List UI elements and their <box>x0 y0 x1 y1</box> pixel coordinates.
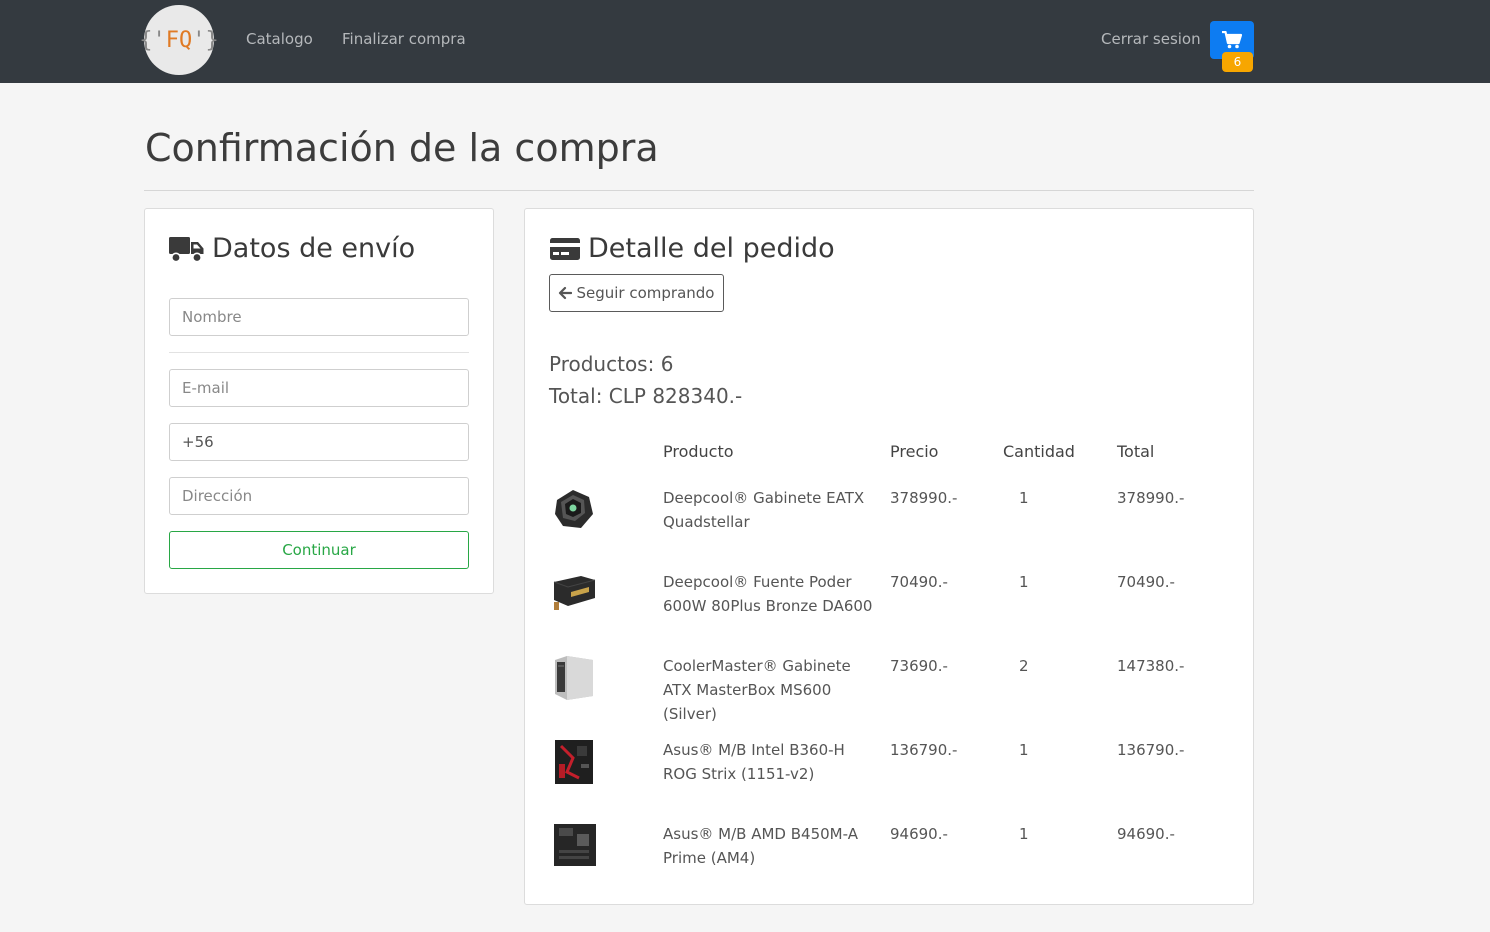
products-count: Productos: 6 <box>549 352 674 376</box>
product-image <box>553 576 596 610</box>
address-field[interactable] <box>169 477 469 515</box>
nav-link-catalogo[interactable]: Catalogo <box>246 30 313 48</box>
phone-field[interactable] <box>169 423 469 461</box>
table-row: Deepcool® Fuente Poder 600W 80Plus Bronz… <box>525 570 1253 654</box>
truck-icon <box>169 236 204 262</box>
product-name: CoolerMaster® Gabinete ATX MasterBox MS6… <box>663 657 851 723</box>
product-price: 73690.- <box>890 657 948 675</box>
name-field[interactable] <box>169 298 469 336</box>
product-price: 94690.- <box>890 825 948 843</box>
form-divider <box>169 352 469 353</box>
brand-logo[interactable]: {' FQ '} <box>139 5 219 75</box>
column-header-producto: Producto <box>663 442 734 461</box>
continue-shopping-label: Seguir comprando <box>576 284 715 302</box>
shipping-heading: Datos de envío <box>169 233 415 264</box>
product-total: 378990.- <box>1117 489 1185 507</box>
order-total: Total: CLP 828340.- <box>549 384 743 408</box>
title-divider <box>144 190 1254 191</box>
product-quantity: 1 <box>1019 741 1029 759</box>
column-header-cantidad: Cantidad <box>1003 442 1075 461</box>
table-row: Deepcool® Gabinete EATX Quadstellar 3789… <box>525 486 1253 570</box>
product-total: 147380.- <box>1117 657 1185 675</box>
shipping-card: Datos de envío Continuar <box>144 208 494 594</box>
product-quantity: 1 <box>1019 825 1029 843</box>
product-name: Deepcool® Fuente Poder 600W 80Plus Bronz… <box>663 573 873 615</box>
product-price: 70490.- <box>890 573 948 591</box>
order-heading: Detalle del pedido <box>549 233 835 264</box>
top-navbar: {' FQ '} Catalogo Finalizar compra Cerrar … <box>0 0 1490 83</box>
product-total: 136790.- <box>1117 741 1185 759</box>
column-header-precio: Precio <box>890 442 939 461</box>
continue-shopping-button[interactable]: Seguir comprando <box>549 274 724 312</box>
product-total: 70490.- <box>1117 573 1175 591</box>
product-price: 136790.- <box>890 741 958 759</box>
order-detail-card: Detalle del pedido Seguir comprando Prod… <box>524 208 1254 905</box>
product-price: 378990.- <box>890 489 958 507</box>
cart-count-badge: 6 <box>1222 52 1253 72</box>
shipping-heading-text: Datos de envío <box>212 233 416 264</box>
order-heading-text: Detalle del pedido <box>588 233 835 264</box>
product-name: Asus® M/B Intel B360-H ROG Strix (1151-v… <box>663 741 845 783</box>
product-name: Asus® M/B AMD B450M-A Prime (AM4) <box>663 825 858 867</box>
product-quantity: 1 <box>1019 573 1029 591</box>
continue-button[interactable]: Continuar <box>169 531 469 569</box>
product-quantity: 2 <box>1019 657 1029 675</box>
credit-card-icon <box>550 237 580 260</box>
page-title: Confirmación de la compra <box>145 126 659 170</box>
email-field[interactable] <box>169 369 469 407</box>
shopping-cart-icon <box>1222 31 1242 49</box>
table-row: CoolerMaster® Gabinete ATX MasterBox MS6… <box>525 654 1253 738</box>
arrow-left-icon <box>559 286 573 300</box>
product-quantity: 1 <box>1019 489 1029 507</box>
product-total: 94690.- <box>1117 825 1175 843</box>
product-name: Deepcool® Gabinete EATX Quadstellar <box>663 489 865 531</box>
product-image <box>555 490 593 528</box>
logout-link[interactable]: Cerrar sesion <box>1101 30 1201 48</box>
table-row: Asus® M/B Intel B360-H ROG Strix (1151-v… <box>525 738 1253 822</box>
column-header-total: Total <box>1117 442 1155 461</box>
nav-link-finalizar-compra[interactable]: Finalizar compra <box>342 30 466 48</box>
product-image <box>554 824 596 866</box>
product-image <box>555 740 593 784</box>
table-row: Asus® M/B AMD B450M-A Prime (AM4) 94690.… <box>525 822 1253 906</box>
product-image <box>555 656 593 700</box>
